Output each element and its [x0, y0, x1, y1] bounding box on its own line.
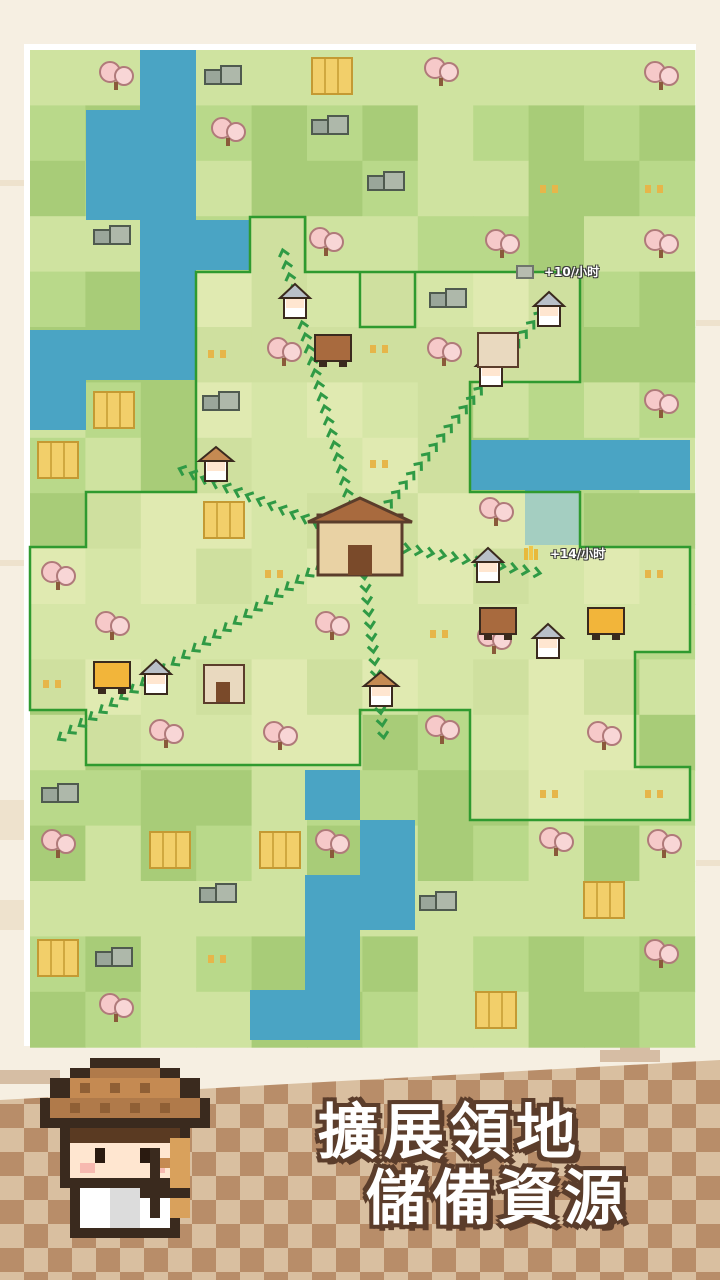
hay-bale-icon: [149, 831, 191, 869]
grass-tile: [251, 160, 308, 217]
grass-tile: [473, 825, 530, 882]
grass-tile: [528, 50, 585, 106]
grass-tile: [30, 160, 86, 217]
grass-tile: [140, 437, 197, 494]
grass-tile: [30, 105, 86, 162]
grass-tile: [584, 991, 640, 1048]
river: [86, 110, 140, 220]
grass-tile: [140, 881, 197, 937]
grass-tile: [584, 825, 640, 882]
grass-tile: [639, 991, 696, 1048]
wheat-icon: [520, 544, 538, 560]
grass-tile: [30, 216, 86, 273]
stone-rate-label: +10/小时: [544, 265, 600, 279]
grass-tile: [196, 160, 253, 217]
grass-tile: [417, 936, 474, 993]
grass-tile: [362, 105, 419, 162]
grass-tile: [251, 936, 308, 993]
grass-tile: [85, 881, 142, 937]
grass-tile: [30, 881, 86, 937]
hay-bale-icon: [259, 831, 301, 869]
grass-tile: [584, 382, 640, 439]
grass-tile: [362, 714, 419, 771]
grass-tile: [639, 881, 696, 937]
grass-tile: [251, 881, 308, 937]
grass-tile: [196, 770, 253, 827]
grass-tile: [251, 105, 308, 162]
hut-icon: [203, 664, 245, 704]
grass-tile: [639, 493, 696, 550]
grass-tile: [584, 493, 640, 550]
headline-line-2: 儲備資源: [366, 1164, 630, 1234]
grass-tile: [639, 327, 696, 383]
stone-icon: [516, 265, 534, 279]
grass-tile: [196, 825, 253, 882]
grass-tile: [196, 991, 253, 1048]
grass-tile: [639, 714, 696, 771]
river: [305, 770, 360, 820]
grass-tile: [251, 770, 308, 827]
grass-tile: [528, 881, 585, 937]
grass-tile: [584, 105, 640, 162]
grass-tile: [417, 991, 474, 1048]
grass-tile: [30, 271, 86, 328]
wheat-rate-label: +14/小时: [550, 547, 606, 561]
grass-tile: [362, 216, 419, 273]
grass-tile: [417, 770, 474, 827]
grass-tile: [362, 770, 419, 827]
grass-tile: [417, 216, 474, 273]
grass-tile: [528, 382, 585, 439]
grass-tile: [30, 714, 86, 771]
grass-tile: [251, 50, 308, 106]
grass-tile: [584, 327, 640, 383]
grass-tile: [473, 881, 530, 937]
grass-tile: [85, 770, 142, 827]
grass-tile: [473, 936, 530, 993]
grass-tile: [362, 991, 419, 1048]
grass-tile: [639, 659, 696, 716]
grass-tile: [307, 160, 363, 217]
grass-tile: [140, 770, 197, 827]
grass-tile: [584, 160, 640, 217]
grass-tile: [528, 991, 585, 1048]
hay-bale-icon: [93, 391, 135, 429]
grass-tile: [528, 936, 585, 993]
grass-tile: [30, 991, 86, 1048]
hay-bale-icon: [37, 441, 79, 479]
grass-tile: [473, 105, 530, 162]
hay-bale-icon: [203, 501, 245, 539]
grass-tile: [639, 105, 696, 162]
hay-bale-icon: [311, 57, 353, 95]
game-screen: +10/小时 +14/小时 擴展領地 儲備資源: [0, 0, 720, 1280]
grass-tile: [140, 936, 197, 993]
grass-tile: [473, 50, 530, 106]
grass-tile: [362, 50, 419, 106]
hay-bale-icon: [475, 991, 517, 1029]
grass-tile: [85, 271, 142, 328]
grass-tile: [528, 105, 585, 162]
grass-tile: [362, 936, 419, 993]
grass-tile: [639, 271, 696, 328]
hay-bale-icon: [583, 881, 625, 919]
grass-tile: [417, 825, 474, 882]
grass-tile: [584, 50, 640, 106]
grass-tile: [417, 160, 474, 217]
grass-tile: [140, 382, 197, 439]
game-map[interactable]: [0, 0, 720, 1060]
farmer-portrait-icon: [40, 1058, 210, 1238]
hay-bale-icon: [37, 939, 79, 977]
grass-tile: [30, 493, 86, 550]
grass-tile: [639, 825, 696, 882]
grass-tile: [85, 825, 142, 882]
grass-tile: [140, 991, 197, 1048]
grass-tile: [417, 105, 474, 162]
hut-icon: [477, 332, 519, 368]
grass-tile: [196, 936, 253, 993]
grass-tile: [584, 936, 640, 993]
grass-tile: [85, 437, 142, 494]
grass-tile: [473, 160, 530, 217]
grass-tile: [30, 50, 86, 106]
